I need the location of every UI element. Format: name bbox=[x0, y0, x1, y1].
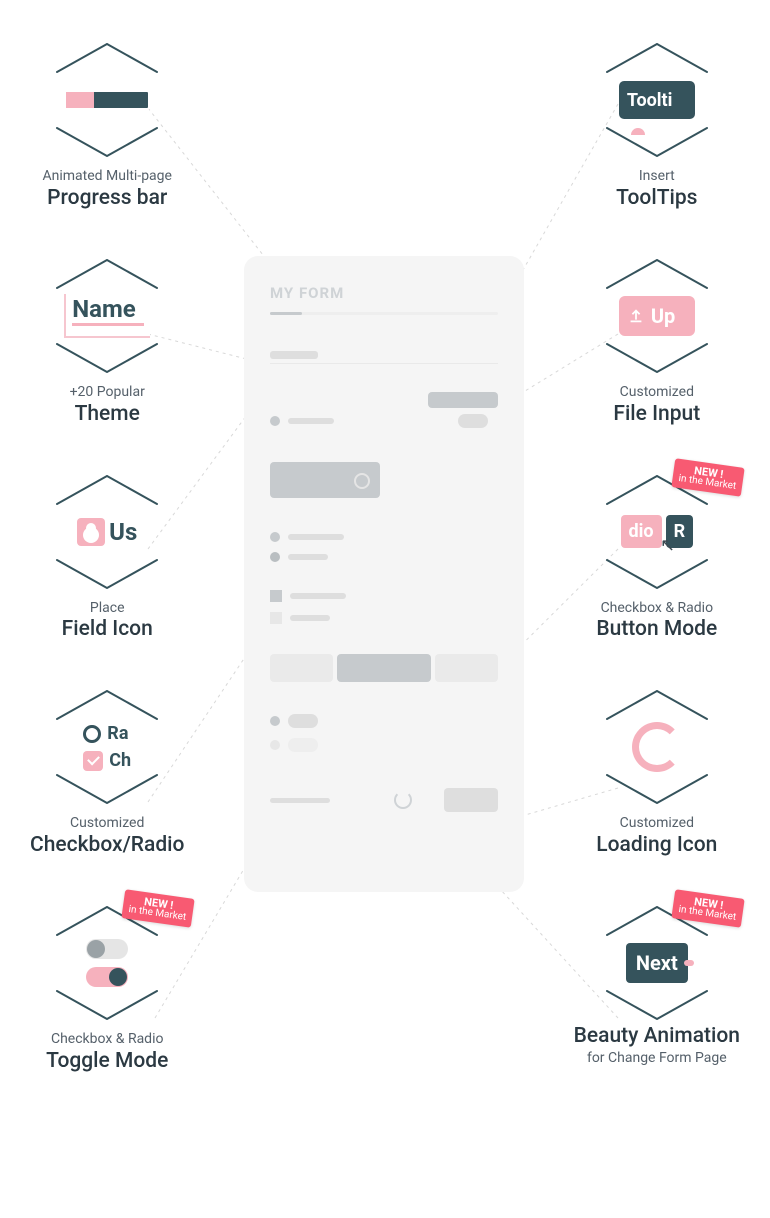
feature-checkbox-radio: Ra Ch Customized Checkbox/Radio bbox=[30, 687, 184, 857]
progress-bar-icon bbox=[64, 90, 150, 110]
caption-small: Customized bbox=[70, 815, 144, 832]
right-column: Toolti Insert ToolTips Up Customized Fil… bbox=[574, 40, 740, 1067]
caption-small: +20 Popular bbox=[70, 384, 145, 401]
feature-loading-icon: Customized Loading Icon bbox=[596, 687, 717, 857]
feature-tooltips: Toolti Insert ToolTips bbox=[597, 40, 717, 210]
feature-beauty-animation: Next NEW !in the Market Beauty Animation… bbox=[574, 903, 740, 1067]
cursor-icon: ↖ bbox=[660, 535, 675, 556]
caption-big: Beauty Animation bbox=[574, 1024, 740, 1048]
caption-big: Progress bar bbox=[47, 186, 167, 210]
caption-big: File Input bbox=[613, 402, 700, 426]
caption-big: Theme bbox=[75, 402, 140, 426]
caption-big: ToolTips bbox=[616, 186, 697, 210]
caption-big: Field Icon bbox=[62, 617, 153, 641]
caption-big: Loading Icon bbox=[596, 833, 717, 857]
caption-small: Place bbox=[90, 600, 125, 617]
caption-big: Checkbox/Radio bbox=[30, 833, 184, 857]
tooltip-icon: Toolti bbox=[619, 81, 695, 119]
caption-small: Checkbox & Radio bbox=[601, 600, 714, 617]
caption-big: Toggle Mode bbox=[46, 1049, 168, 1073]
feature-progress-bar: Animated Multi-page Progress bar bbox=[42, 40, 172, 210]
feature-button-mode: dioR↖ NEW !in the Market Checkbox & Radi… bbox=[596, 472, 717, 642]
form-title: MY FORM bbox=[270, 284, 498, 302]
feature-file-input: Up Customized File Input bbox=[597, 256, 717, 426]
form-mockup: MY FORM bbox=[244, 256, 524, 892]
caption-small: Animated Multi-page bbox=[42, 168, 172, 185]
form-submit-placeholder bbox=[444, 788, 498, 812]
feature-field-icon: Us Place Field Icon bbox=[47, 472, 167, 642]
feature-theme: Name +20 Popular Theme bbox=[47, 256, 167, 426]
button-mode-icon: dioR↖ bbox=[621, 515, 694, 548]
caption-small: Insert bbox=[639, 168, 675, 185]
caption-small: Customized bbox=[620, 815, 694, 832]
spinner-icon bbox=[394, 791, 412, 809]
left-column: Animated Multi-page Progress bar Name +2… bbox=[30, 40, 184, 1073]
caption-big: Button Mode bbox=[596, 617, 717, 641]
caption-small: for Change Form Page bbox=[587, 1050, 727, 1067]
feature-toggle-mode: NEW !in the Market Checkbox & Radio Togg… bbox=[46, 903, 168, 1073]
form-progress bbox=[270, 312, 498, 315]
caption-small: Customized bbox=[620, 384, 694, 401]
next-button-icon: Next bbox=[626, 943, 688, 983]
form-button-placeholder bbox=[270, 462, 380, 498]
caption-small: Checkbox & Radio bbox=[51, 1031, 164, 1048]
